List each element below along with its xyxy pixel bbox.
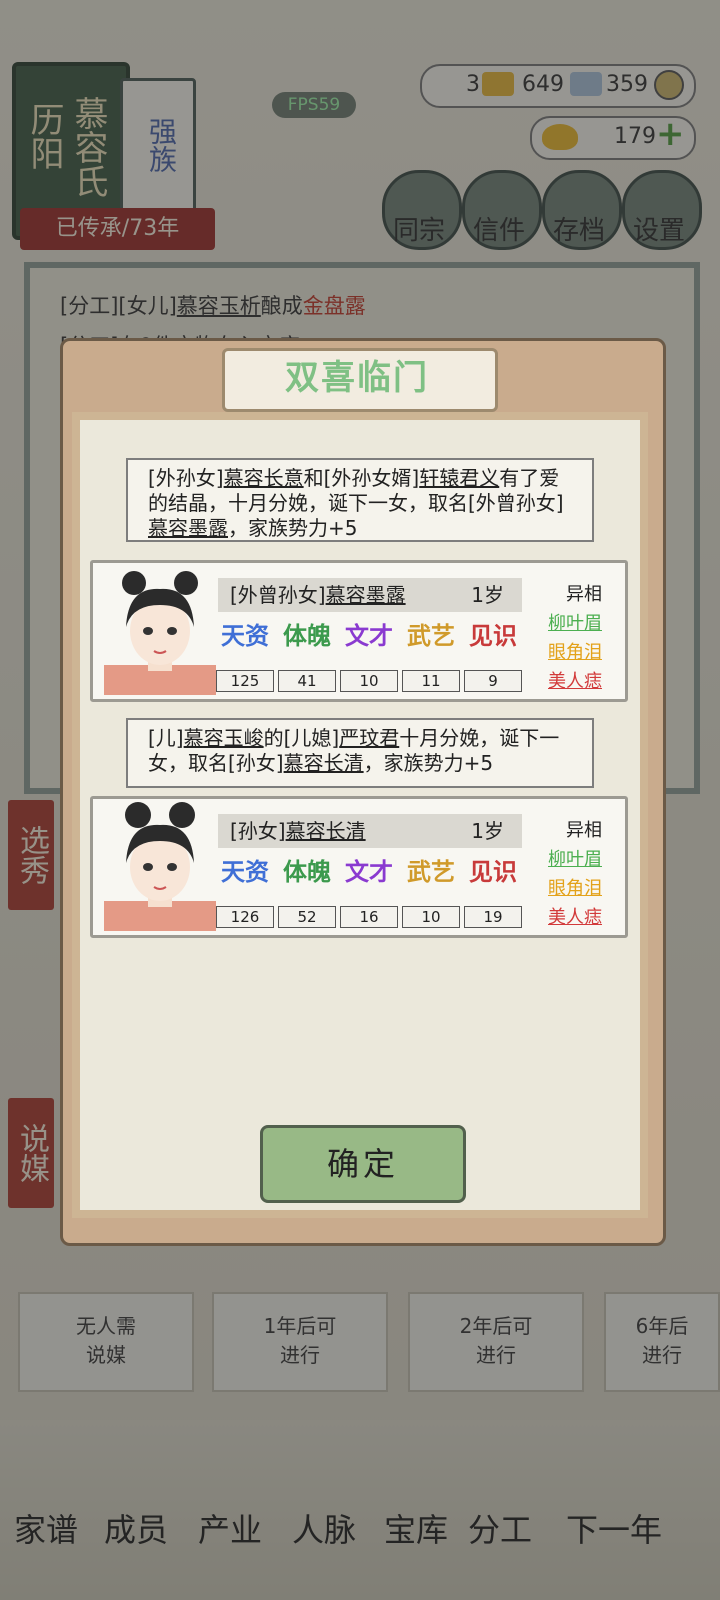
stat-jianshi-value: 9	[464, 670, 522, 692]
child-age: 1岁	[471, 583, 504, 607]
traits-title: 异相	[566, 584, 602, 605]
stat-wuyi-label: 武艺	[407, 622, 455, 650]
stat-tianzi-value: 126	[216, 906, 274, 928]
stat-wencai-label: 文才	[345, 858, 393, 886]
child-age: 1岁	[471, 819, 504, 843]
stat-tipo-value: 52	[278, 906, 336, 928]
stat-tianzi-label: 天资	[221, 858, 269, 886]
trait-meirenzhi[interactable]: 美人痣	[540, 903, 610, 929]
stat-wencai-value: 16	[340, 906, 398, 928]
stat-jianshi-label: 见识	[469, 858, 517, 886]
child-name-bar-2: [孙女]慕容长清 1岁	[218, 814, 522, 848]
birth-message-2: [儿]慕容玉峻的[儿媳]严玟君十月分娩，诞下一女，取名[孙女]慕容长清，家族势力…	[126, 718, 594, 788]
stat-wencai-value: 10	[340, 670, 398, 692]
msg-text: ，家族势力+5	[228, 516, 358, 540]
stat-wuyi-value: 10	[402, 906, 460, 928]
msg-person-name[interactable]: 慕容玉峻	[184, 726, 264, 750]
trait-meirenzhi[interactable]: 美人痣	[540, 667, 610, 693]
msg-person-name[interactable]: 轩辕君义	[419, 466, 499, 490]
stat-wuyi-value: 11	[402, 670, 460, 692]
trait-yanjiaolei[interactable]: 眼角泪	[540, 874, 610, 900]
dialog-title: 双喜临门	[285, 358, 429, 398]
child-name-text: 慕容墨露	[325, 583, 406, 607]
msg-text: [外孙女]	[148, 466, 224, 490]
stat-wencai-label: 文才	[345, 622, 393, 650]
stat-wuyi-label: 武艺	[407, 858, 455, 886]
msg-text: ，家族势力+5	[363, 751, 494, 775]
stat-tianzi-label: 天资	[221, 622, 269, 650]
child-portrait-2	[104, 802, 216, 931]
trait-yanjiaolei[interactable]: 眼角泪	[540, 638, 610, 664]
msg-person-name[interactable]: 慕容长意	[224, 466, 304, 490]
stat-tianzi-value: 125	[216, 670, 274, 692]
stat-tipo-value: 41	[278, 670, 336, 692]
stat-tipo-label: 体魄	[283, 858, 331, 886]
child-name-text: 慕容长清	[285, 819, 366, 843]
traits-title: 异相	[566, 820, 602, 841]
child-portrait-1	[104, 571, 216, 695]
msg-text: [儿]	[148, 726, 184, 750]
stat-tipo-label: 体魄	[283, 622, 331, 650]
child-title: [孙女]	[230, 819, 286, 843]
msg-text: 和[外孙女婿]	[303, 466, 420, 490]
child-name[interactable]: [外曾孙女]慕容墨露	[230, 578, 406, 612]
msg-person-name[interactable]: 严玟君	[339, 726, 399, 750]
child-name[interactable]: [孙女]慕容长清	[230, 814, 366, 848]
trait-liuyemei[interactable]: 柳叶眉	[540, 609, 610, 635]
stat-jianshi-value: 19	[464, 906, 522, 928]
msg-person-name[interactable]: 慕容墨露	[148, 516, 228, 540]
msg-person-name[interactable]: 慕容长清	[284, 751, 364, 775]
msg-text: 的[儿媳]	[263, 726, 340, 750]
trait-liuyemei[interactable]: 柳叶眉	[540, 845, 610, 871]
stat-jianshi-label: 见识	[469, 622, 517, 650]
child-title: [外曾孙女]	[230, 583, 326, 607]
confirm-button[interactable]: 确定	[260, 1125, 466, 1203]
birth-message-1: [外孙女]慕容长意和[外孙女婿]轩辕君义有了爱的结晶，十月分娩，诞下一女，取名[…	[126, 458, 594, 542]
child-name-bar-1: [外曾孙女]慕容墨露 1岁	[218, 578, 522, 612]
